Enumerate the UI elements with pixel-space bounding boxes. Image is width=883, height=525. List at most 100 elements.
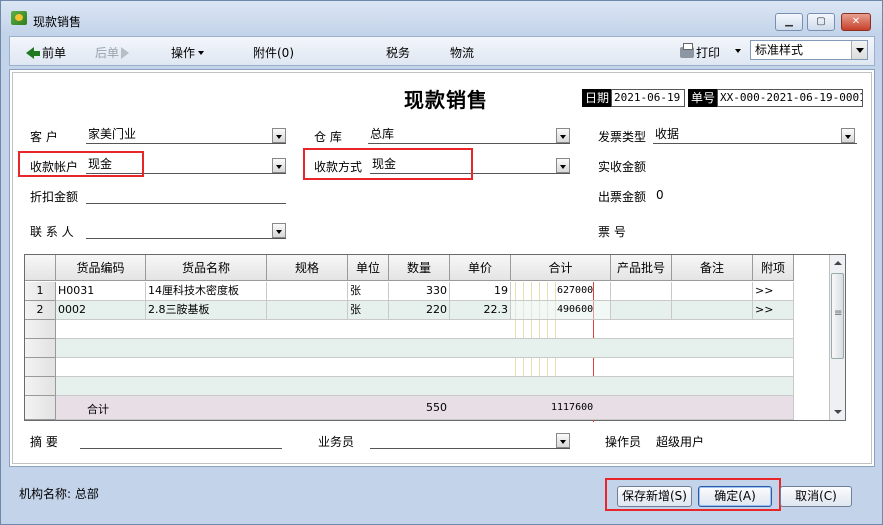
minimize-icon: ▁ — [785, 16, 793, 27]
operate-menu[interactable]: 操作 — [171, 44, 205, 61]
cell-name[interactable]: 14厘科技木密度板 — [146, 282, 267, 301]
cell-batch[interactable] — [611, 301, 672, 320]
column-header[interactable]: 备注 — [672, 255, 753, 281]
salesman-field[interactable] — [370, 431, 570, 449]
cell-total[interactable]: 490600 — [557, 301, 593, 320]
cell-note[interactable] — [672, 282, 753, 301]
cell-code[interactable]: 0002 — [56, 301, 146, 320]
row-header[interactable] — [25, 320, 56, 339]
contact-dropdown-icon[interactable] — [272, 223, 286, 238]
print-button[interactable]: 打印 — [680, 43, 720, 61]
warehouse-dropdown-icon[interactable] — [556, 128, 570, 143]
customer-dropdown-icon[interactable] — [272, 128, 286, 143]
maximize-button[interactable]: ▢ — [807, 13, 835, 31]
cancel-button[interactable]: 取消(C) — [780, 486, 852, 507]
total-label: 合计 — [87, 403, 109, 416]
cell-spec[interactable] — [267, 282, 348, 301]
row-header[interactable]: 2 — [25, 301, 56, 320]
close-button[interactable]: ✕ — [841, 13, 871, 31]
cell-note[interactable] — [672, 301, 753, 320]
contact-field[interactable] — [86, 221, 286, 239]
form-title: 现款销售 — [404, 88, 488, 112]
cell-price[interactable]: 22.3 — [450, 301, 511, 320]
save-new-button[interactable]: 保存新增(S) — [617, 486, 692, 507]
column-header[interactable]: 产品批号 — [611, 255, 672, 281]
cell-name[interactable]: 2.8三胺基板 — [146, 301, 267, 320]
print-menu-toggle[interactable] — [732, 44, 741, 58]
arrow-left-icon — [26, 47, 34, 59]
row-header[interactable] — [25, 358, 56, 377]
salesman-dropdown-icon[interactable] — [556, 433, 570, 448]
invoice-type-dropdown-icon[interactable] — [841, 128, 855, 143]
column-header[interactable]: 货品编码 — [56, 255, 146, 281]
next-button[interactable]: 后单 — [95, 44, 130, 61]
column-header[interactable]: 附项 — [753, 255, 794, 281]
window: 现款销售 ▁ ▢ ✕ 前单 后单 操作 附件(0) 税务 物流 打印 标准样式 … — [0, 0, 883, 525]
discount-field[interactable] — [86, 186, 286, 204]
warehouse-field[interactable]: 总库 — [368, 126, 570, 144]
operator-label: 操作员 — [605, 435, 642, 449]
column-header[interactable]: 合计 — [511, 255, 611, 281]
cell-code[interactable]: H0031 — [56, 282, 146, 301]
column-header[interactable]: 单位 — [348, 255, 389, 281]
logistics-button[interactable]: 物流 — [450, 44, 474, 61]
empty-row[interactable] — [56, 377, 794, 396]
cell-qty[interactable]: 220 — [389, 301, 450, 320]
warehouse-label: 仓 库 — [314, 130, 342, 144]
app-icon — [11, 11, 27, 25]
pay-method-dropdown-icon[interactable] — [556, 158, 570, 173]
print-style-select[interactable]: 标准样式 — [750, 40, 868, 60]
ticket-no-label: 票 号 — [598, 225, 626, 239]
row-header[interactable] — [25, 339, 56, 358]
cell-unit[interactable]: 张 — [348, 282, 389, 301]
doc-no-label: 单号 — [688, 89, 719, 107]
grid-scrollbar[interactable] — [829, 255, 845, 420]
column-header[interactable]: 单价 — [450, 255, 511, 281]
row-header[interactable]: 1 — [25, 282, 56, 301]
column-header[interactable]: 数量 — [389, 255, 450, 281]
cell-unit[interactable]: 张 — [348, 301, 389, 320]
ok-button[interactable]: 确定(A) — [698, 486, 772, 507]
tax-button[interactable]: 税务 — [386, 44, 410, 61]
minimize-button[interactable]: ▁ — [775, 13, 803, 31]
scroll-up-icon[interactable] — [830, 255, 845, 271]
column-header[interactable]: 规格 — [267, 255, 348, 281]
dropdown-icon — [851, 41, 867, 59]
doc-no-field[interactable]: XX-000-2021-06-19-0001 — [717, 89, 863, 107]
invoice-amount-label: 出票金额 — [598, 190, 647, 204]
customer-label: 客 户 — [30, 130, 58, 144]
cell-price[interactable]: 19 — [450, 282, 511, 301]
row-header[interactable] — [25, 377, 56, 396]
cell-qty[interactable]: 330 — [389, 282, 450, 301]
arrow-right-icon — [121, 47, 130, 59]
salesman-label: 业务员 — [318, 435, 355, 449]
operator-value: 超级用户 — [656, 435, 705, 449]
cell-spec[interactable] — [267, 301, 348, 320]
items-grid: 货品编码 货品名称 规格 单位 数量 单价 合计 产品批号 备注 附项 1 H0… — [24, 254, 846, 422]
caret-down-icon — [198, 51, 205, 55]
total-amount: 1117600 — [551, 402, 594, 413]
empty-row[interactable] — [56, 339, 794, 358]
cell-extra-button[interactable]: >> — [753, 282, 794, 301]
customer-field[interactable]: 家美门业 — [86, 126, 286, 144]
prev-button[interactable]: 前单 — [26, 44, 66, 61]
caret-down-icon — [735, 49, 741, 53]
summary-label: 摘 要 — [30, 435, 58, 449]
invoice-type-field[interactable]: 收据 — [653, 126, 857, 144]
cell-extra-button[interactable]: >> — [753, 301, 794, 320]
summary-field[interactable] — [80, 431, 282, 449]
window-title: 现款销售 — [33, 15, 82, 29]
column-header[interactable]: 货品名称 — [146, 255, 267, 281]
toolbar: 前单 后单 操作 附件(0) 税务 物流 打印 标准样式 — [9, 36, 875, 66]
empty-row[interactable] — [56, 320, 794, 339]
attach-button[interactable]: 附件(0) — [253, 44, 294, 61]
title-bar: 现款销售 ▁ ▢ ✕ — [1, 1, 882, 33]
date-field[interactable]: 2021-06-19 — [611, 89, 685, 107]
scroll-thumb[interactable] — [831, 273, 844, 359]
account-dropdown-icon[interactable] — [272, 158, 286, 173]
cell-batch[interactable] — [611, 282, 672, 301]
scroll-down-icon[interactable] — [830, 404, 845, 420]
form-panel: 现款销售 日期 2021-06-19 单号 XX-000-2021-06-19-… — [9, 69, 875, 467]
empty-row[interactable] — [56, 358, 794, 377]
cell-total[interactable]: 627000 — [557, 282, 593, 301]
